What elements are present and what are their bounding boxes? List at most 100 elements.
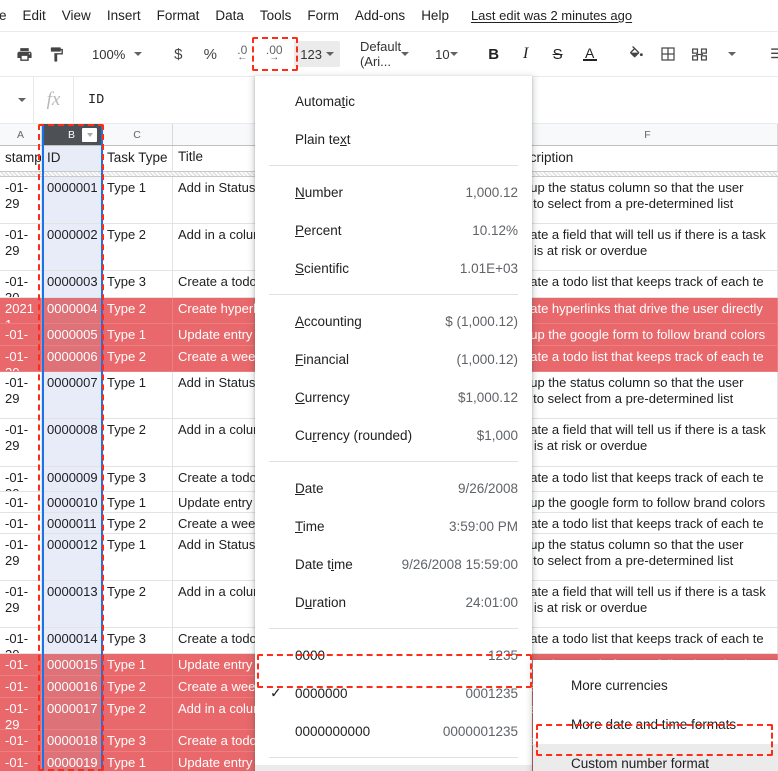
cell-a[interactable]: -01-29 [0,698,42,730]
cell-b[interactable]: 0000001 [42,177,102,224]
cell-c[interactable]: Type 2 [102,513,173,534]
cell-b[interactable]: 0000003 [42,271,102,298]
menu-item-insert[interactable]: Insert [99,8,149,23]
cell-f[interactable]: t up the status column so that the user … [518,534,778,581]
strikethrough-button[interactable]: S [544,40,572,68]
cell-a[interactable]: -01-29 [0,324,42,346]
format-menu-item-duration[interactable]: Duration 24:01:00 [255,583,532,621]
submenu-item-custom-number-format[interactable]: Custom number format [533,744,778,771]
menu-item-addons[interactable]: Add-ons [347,8,413,23]
cell-f[interactable]: t up the status column so that the user … [518,372,778,419]
cell-b[interactable]: 0000006 [42,346,102,372]
cell-c[interactable]: Type 1 [102,654,173,676]
merge-dropdown-caret[interactable] [718,40,746,68]
cell-f[interactable]: scription [518,146,778,172]
cell-b[interactable]: 0000009 [42,467,102,492]
format-menu-item-currency[interactable]: Currency $1,000.12 [255,378,532,416]
menu-item-help[interactable]: Help [413,8,457,23]
format-menu-item-date-time[interactable]: Date time 9/26/2008 15:59:00 [255,545,532,583]
cell-b[interactable]: 0000007 [42,372,102,419]
cell-a[interactable]: -01-29 [0,534,42,581]
cell-a[interactable]: -01-29 [0,177,42,224]
cell-f[interactable]: eate a todo list that keeps track of eac… [518,346,778,372]
cell-f[interactable]: t up the google form to follow brand col… [518,324,778,346]
cell-c[interactable]: Type 3 [102,628,173,654]
cell-c[interactable]: Type 2 [102,346,173,372]
column-header-b[interactable]: B [42,124,102,145]
cell-f[interactable]: t up the status column so that the user … [518,177,778,224]
cell-a[interactable]: -01-30 [0,730,42,752]
cell-b[interactable]: 0000004 [42,298,102,324]
cell-c[interactable]: Type 1 [102,324,173,346]
merge-cells-icon[interactable] [686,40,714,68]
cell-c[interactable]: Type 3 [102,730,173,752]
format-menu-item-time[interactable]: Time 3:59:00 PM [255,507,532,545]
fill-color-icon[interactable] [622,40,650,68]
cell-c[interactable]: Type 2 [102,698,173,730]
cell-b[interactable]: ID [42,146,102,172]
cell-f[interactable]: eate a todo list that keeps track of eac… [518,513,778,534]
cell-f[interactable]: eate a todo list that keeps track of eac… [518,271,778,298]
name-box[interactable] [0,77,34,123]
menu-item-view[interactable]: View [54,8,99,23]
cell-b[interactable]: 0000018 [42,730,102,752]
cell-b[interactable]: 0000010 [42,492,102,513]
cell-f[interactable]: eate a field that will tell us if there … [518,581,778,628]
number-format-button[interactable]: 123 [294,41,340,67]
cell-b[interactable]: 0000013 [42,581,102,628]
last-edit-status[interactable]: Last edit was 2 minutes ago [471,8,632,23]
format-menu-item-percent[interactable]: Percent 10.12% [255,211,532,249]
cell-b[interactable]: 0000012 [42,534,102,581]
print-icon[interactable] [10,40,38,68]
cell-f[interactable]: t up the google form to follow brand col… [518,492,778,513]
cell-a[interactable]: -01-29 [0,752,42,771]
cell-a[interactable]: stamp [0,146,42,172]
paint-format-icon[interactable] [42,40,70,68]
cell-b[interactable]: 0000008 [42,419,102,467]
cell-a[interactable]: 2021 1 [0,298,42,324]
format-menu-item-currency-rounded[interactable]: Currency (rounded) $1,000 [255,416,532,454]
format-menu-item-0000000000[interactable]: 0000000000 0000001235 [255,712,532,750]
font-size-select[interactable]: 10 [429,40,463,68]
currency-format-button[interactable]: $ [164,40,192,68]
column-header-c[interactable]: C [102,124,173,145]
cell-b[interactable]: 0000016 [42,676,102,698]
cell-a[interactable]: -01-29 [0,492,42,513]
submenu-item-more-currencies[interactable]: More currencies [533,666,778,705]
cell-c[interactable]: Type 1 [102,534,173,581]
cell-c[interactable]: Type 1 [102,177,173,224]
cell-c[interactable]: Type 3 [102,271,173,298]
bold-button[interactable]: B [480,40,508,68]
format-menu-item-financial[interactable]: Financial (1,000.12) [255,340,532,378]
cell-c[interactable]: Task Type [102,146,173,172]
cell-c[interactable]: Type 2 [102,581,173,628]
cell-c[interactable]: Type 2 [102,419,173,467]
cell-a[interactable]: -01-30 [0,513,42,534]
submenu-item-more-date-and-time-formats[interactable]: More date and time formats [533,705,778,744]
format-menu-item-number[interactable]: Number 1,000.12 [255,173,532,211]
cell-c[interactable]: Type 2 [102,298,173,324]
cell-b[interactable]: 0000014 [42,628,102,654]
menu-item-format[interactable]: Format [149,8,208,23]
cell-a[interactable]: -01-29 [0,224,42,271]
cell-f[interactable]: eate a todo list that keeps track of eac… [518,467,778,492]
cell-c[interactable]: Type 1 [102,752,173,771]
font-family-select[interactable]: Default (Ari... [354,39,415,69]
cell-a[interactable]: -01-30 [0,346,42,372]
column-header-f[interactable]: F [518,124,778,145]
format-menu-item-0000000[interactable]: ✓ 0000000 0001235 [255,674,532,712]
menu-item-form[interactable]: Form [299,8,347,23]
cell-c[interactable]: Type 2 [102,676,173,698]
format-menu-item-scientific[interactable]: Scientific 1.01E+03 [255,249,532,287]
cell-f[interactable]: eate a field that will tell us if there … [518,224,778,271]
cell-a[interactable]: -01-30 [0,676,42,698]
italic-button[interactable]: I [512,40,540,68]
zoom-select[interactable]: 100% [86,40,148,68]
cell-b[interactable]: 0000011 [42,513,102,534]
cell-b[interactable]: 0000017 [42,698,102,730]
cell-b[interactable]: 0000005 [42,324,102,346]
format-menu-item-date[interactable]: Date 9/26/2008 [255,469,532,507]
cell-a[interactable]: -01-29 [0,654,42,676]
cell-a[interactable]: -01-30 [0,628,42,654]
menu-item-tools[interactable]: Tools [252,8,300,23]
